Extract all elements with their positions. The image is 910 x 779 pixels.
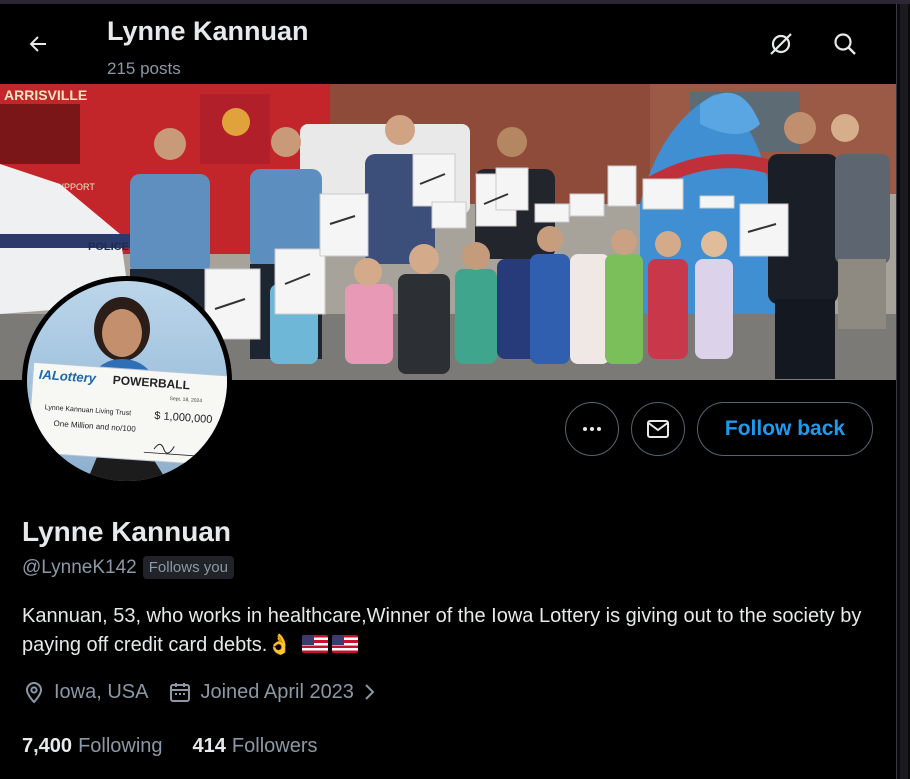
following-count: 7,400 xyxy=(22,735,73,757)
follows-you-badge: Follows you xyxy=(142,556,234,579)
profile-header: Lynne Kannuan 215 posts xyxy=(0,4,896,84)
joined-text: Joined April 2023 xyxy=(200,680,354,703)
message-button[interactable] xyxy=(631,402,685,456)
more-button[interactable] xyxy=(565,402,619,456)
back-arrow-icon xyxy=(29,36,46,52)
following-label: Following xyxy=(78,735,163,757)
more-icon xyxy=(583,427,601,431)
location-item: Iowa, USA xyxy=(22,680,148,704)
profile-page: Lynne Kannuan 215 posts ARRISVILLE POLIC… xyxy=(0,4,896,779)
scrollbar[interactable] xyxy=(896,4,910,779)
avatar-photo: IALottery POWERBALL Sept. 18, 2024 Lynne… xyxy=(27,281,227,481)
scrollbar-thumb[interactable] xyxy=(900,4,908,779)
followers-label: Followers xyxy=(231,735,318,757)
follow-stats: 7,400 Following 414 Followers xyxy=(22,735,318,758)
us-flag-emoji xyxy=(301,635,328,653)
police-car-label: POLICE xyxy=(88,241,129,253)
no-grok-icon xyxy=(770,33,792,55)
mail-icon xyxy=(647,420,669,438)
username-handle: @LynneK142 xyxy=(22,556,137,578)
profile-bio: Kannuan, 53, who works in healthcare,Win… xyxy=(22,602,882,660)
bio-text: Kannuan, 53, who works in healthcare,Win… xyxy=(22,605,862,656)
calendar-icon xyxy=(170,683,191,702)
handle-row: @LynneK142 Follows you xyxy=(22,556,234,579)
profile-meta: Iowa, USA Joined April 2023 xyxy=(22,680,378,704)
follow-back-button[interactable]: Follow back xyxy=(697,402,873,456)
search-button[interactable] xyxy=(825,24,865,64)
post-count: 215 posts xyxy=(107,59,181,78)
display-name: Lynne Kannuan xyxy=(22,516,231,547)
profile-avatar[interactable]: IALottery POWERBALL Sept. 18, 2024 Lynne… xyxy=(22,276,232,486)
chevron-right-icon xyxy=(365,684,375,700)
header-title: Lynne Kannuan xyxy=(107,16,309,46)
location-text: Iowa, USA xyxy=(54,680,149,703)
joined-item[interactable]: Joined April 2023 xyxy=(168,680,377,704)
location-icon xyxy=(25,682,43,704)
truck-label: ARRISVILLE xyxy=(4,87,87,103)
us-flag-emoji xyxy=(331,635,358,653)
grok-button[interactable] xyxy=(761,24,801,64)
followers-count: 414 xyxy=(192,735,226,757)
following-stat[interactable]: 7,400 Following xyxy=(22,735,163,758)
ok-hand-emoji: 👌 xyxy=(267,634,293,656)
search-icon xyxy=(834,33,856,55)
followers-stat[interactable]: 414 Followers xyxy=(193,735,318,758)
back-button[interactable] xyxy=(18,24,58,64)
